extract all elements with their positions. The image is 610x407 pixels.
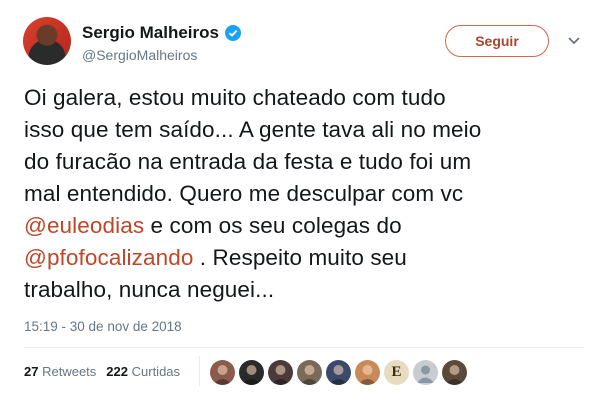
tweet-line: do furacão na entrada da festa e tudo fo…	[24, 146, 584, 178]
tweet-stats: 27 Retweets 222 Curtidas	[24, 364, 180, 379]
tweet-text-segment: isso que tem saído... A gente tava ali n…	[24, 117, 482, 142]
tweet-text-segment: mal entendido. Quero me desculpar com vc	[24, 181, 464, 206]
verified-badge-icon	[224, 25, 241, 41]
user-handle[interactable]: @SergioMalheiros	[82, 47, 197, 63]
user-name-row[interactable]: Sergio Malheiros	[82, 23, 241, 43]
tweet-line: Oi galera, estou muito chateado com tudo	[24, 82, 584, 114]
tweet-line: isso que tem saído... A gente tava ali n…	[24, 114, 584, 146]
tweet-text-segment: . Respeito muito seu	[193, 245, 407, 270]
liker-avatar[interactable]	[297, 360, 322, 385]
tweet-line: @euleodias e com os seu colegas do	[24, 210, 584, 242]
user-name[interactable]: Sergio Malheiros	[82, 23, 219, 43]
mention-link[interactable]: @euleodias	[24, 213, 144, 238]
liker-avatar[interactable]: E	[384, 360, 409, 385]
tweet-text: Oi galera, estou muito chateado com tudo…	[24, 82, 584, 306]
tweet-text-segment: do furacão na entrada da festa e tudo fo…	[24, 149, 472, 174]
likes-count: 222	[106, 364, 128, 379]
liker-avatar[interactable]	[413, 360, 438, 385]
tweet-text-segment: Oi galera, estou muito chateado com tudo	[24, 85, 446, 110]
liker-avatar[interactable]	[268, 360, 293, 385]
follow-button[interactable]: Seguir	[445, 25, 549, 57]
liker-avatar[interactable]	[239, 360, 264, 385]
likers-avatars: E	[210, 360, 467, 385]
user-avatar[interactable]	[23, 17, 71, 65]
liker-avatar[interactable]	[442, 360, 467, 385]
divider	[24, 347, 584, 348]
retweets-count: 27	[24, 364, 39, 379]
retweets-stat[interactable]: 27 Retweets	[24, 364, 96, 379]
tweet-text-segment: e com os seu colegas do	[144, 213, 402, 238]
tweet-text-segment: trabalho, nunca neguei...	[24, 277, 275, 302]
tweet-line: @pfofocalizando . Respeito muito seu	[24, 242, 584, 274]
tweet-timestamp[interactable]: 15:19 - 30 de nov de 2018	[24, 319, 182, 334]
liker-avatar[interactable]	[210, 360, 235, 385]
liker-avatar[interactable]	[355, 360, 380, 385]
chevron-down-icon[interactable]	[566, 32, 582, 48]
stats-separator	[199, 356, 200, 386]
likes-stat[interactable]: 222 Curtidas	[106, 364, 180, 379]
likes-label: Curtidas	[131, 364, 181, 379]
retweets-label: Retweets	[42, 364, 97, 379]
mention-link[interactable]: @pfofocalizando	[24, 245, 193, 270]
tweet-line: mal entendido. Quero me desculpar com vc	[24, 178, 584, 210]
liker-avatar[interactable]	[326, 360, 351, 385]
tweet-line: trabalho, nunca neguei...	[24, 274, 584, 306]
